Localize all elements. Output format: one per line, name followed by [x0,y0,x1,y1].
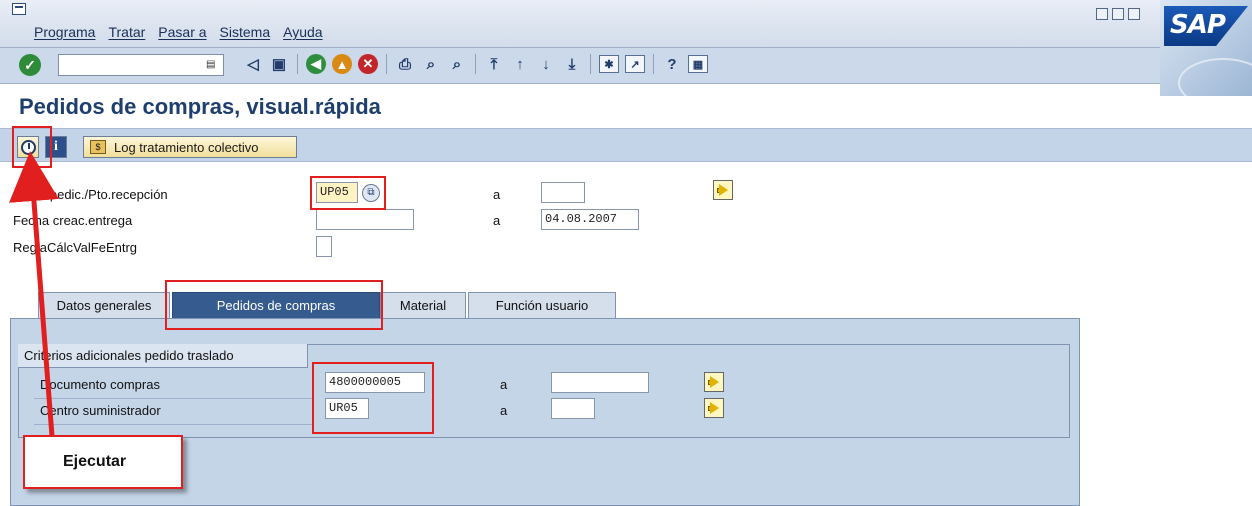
range-to-label: a [500,403,508,418]
last-page-icon[interactable]: ⤓ [562,54,582,74]
previous-page-icon[interactable]: ↑ [510,54,530,74]
range-to-label: a [500,377,508,392]
info-icon: i [54,139,58,154]
supplying-plant-to-field[interactable] [551,398,595,419]
highlight-group-fields [312,362,434,434]
menu-item-programa[interactable]: Programa [34,24,95,40]
field-label-delivery-date-rule: ReglaCálcValFeEntrg [13,240,138,255]
log-button-label: Log tratamiento colectivo [114,139,259,155]
find-icon[interactable]: ⌕ [421,54,441,74]
next-page-icon[interactable]: ↓ [536,54,556,74]
window-menu-icon[interactable] [12,3,26,15]
help-icon[interactable]: ? [662,54,682,74]
field-label-shipping-point: Pto.expedic./Pto.recepción [13,187,168,202]
multiple-selection-button[interactable] [704,398,724,418]
layout-menu-icon[interactable]: ▦ [688,55,708,73]
tab-material[interactable]: Material [380,292,466,318]
tab-funcion-usuario[interactable]: Función usuario [468,292,616,318]
print-icon[interactable]: ⎙ [395,54,415,74]
standard-toolbar: ✓ ▤ ◁ ▣ ◀ ▲ ✕ ⎙ ⌕ ⌕ ⤒ ↑ ↓ ⤓ ✱ ↗ ? ▦ [0,48,1160,84]
range-to-label: a [493,187,501,202]
new-session-icon[interactable]: ✱ [599,55,619,73]
cancel-icon[interactable]: ✕ [358,54,378,74]
command-history-icon[interactable]: ▤ [206,59,215,70]
log-icon: $ [90,140,106,154]
application-toolbar: i $ Log tratamiento colectivo [0,128,1252,162]
tab-label: Función usuario [495,298,589,313]
sap-logo: SAP [1160,0,1252,96]
row-divider [34,398,314,399]
menu-bar: Programa Tratar Pasar a Sistema Ayuda [0,0,1252,48]
tab-datos-generales[interactable]: Datos generales [38,292,170,318]
creation-date-to-field[interactable]: 04.08.2007 [541,209,639,230]
log-button[interactable]: $ Log tratamiento colectivo [83,136,297,158]
minimize-icon[interactable] [1096,8,1108,20]
sap-logo-text: SAP [1170,10,1226,40]
tab-label: Datos generales [56,298,152,313]
multiple-selection-button[interactable] [704,372,724,392]
menu-item-sistema[interactable]: Sistema [220,24,271,40]
multiple-selection-icon [709,402,719,414]
exit-icon[interactable]: ▲ [332,54,352,74]
purchasing-document-to-field[interactable] [551,372,649,393]
tab-label: Material [399,298,447,313]
back-arrow-icon[interactable]: ◁ [243,54,263,74]
menu-item-pasar-a[interactable]: Pasar a [158,24,206,40]
page-title: Pedidos de compras, visual.rápida [19,94,381,119]
multiple-selection-icon [709,376,719,388]
multiple-selection-button[interactable] [713,180,733,200]
command-field[interactable] [58,54,224,76]
highlight-execute [12,126,52,168]
highlight-shipping-point [310,176,386,210]
save-icon[interactable]: ▣ [269,54,289,74]
field-label-purchasing-document: Documento compras [40,377,160,392]
field-label-supplying-plant: Centro suministrador [40,403,161,418]
highlight-tab [165,280,383,330]
multiple-selection-icon [718,184,728,196]
enter-icon[interactable]: ✓ [19,54,41,76]
range-to-label: a [493,213,501,228]
find-next-icon[interactable]: ⌕ [447,54,467,74]
menu-item-ayuda[interactable]: Ayuda [283,24,322,40]
row-divider [34,424,314,425]
shipping-point-to-field[interactable] [541,182,585,203]
delivery-date-rule-field[interactable] [316,236,332,257]
field-label-creation-date: Fecha creac.entrega [13,213,133,228]
maximize-icon[interactable] [1112,8,1124,20]
group-box-title: Criterios adicionales pedido traslado [18,344,308,368]
annotation-callout-text: Ejecutar [63,453,127,470]
creation-date-from-field[interactable] [316,209,414,230]
back-icon[interactable]: ◀ [306,54,326,74]
close-icon[interactable] [1128,8,1140,20]
annotation-callout: Ejecutar [23,435,183,489]
shortcut-icon[interactable]: ↗ [625,55,645,73]
first-page-icon[interactable]: ⤒ [484,54,504,74]
menu-item-tratar[interactable]: Tratar [108,24,145,40]
